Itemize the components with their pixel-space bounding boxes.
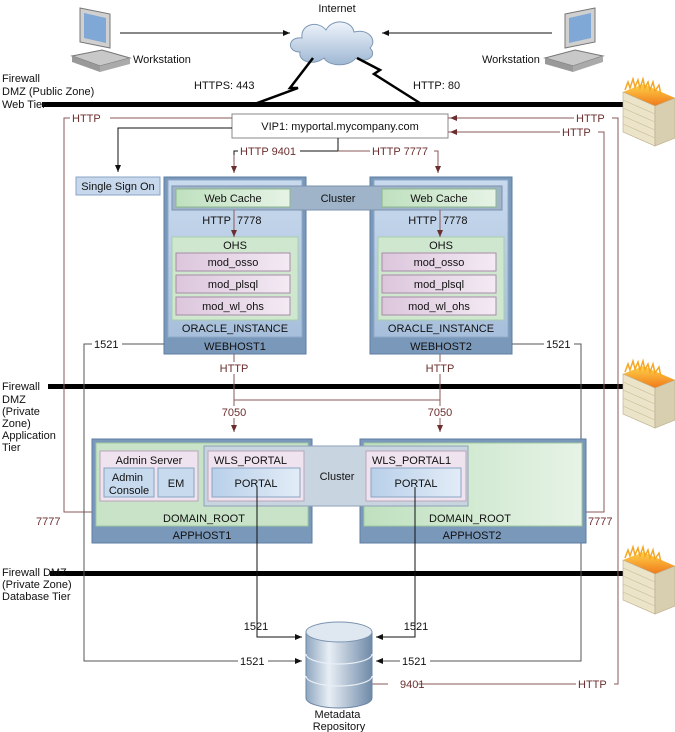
sso-label: Single Sign On: [81, 181, 154, 193]
apphost-name: APPHOST2: [443, 530, 502, 542]
zone-label-app: Firewall DMZ (Private Zone) Application …: [2, 381, 59, 454]
apphost-name: APPHOST1: [173, 530, 232, 542]
port7778-label: 7778: [237, 215, 261, 227]
port-1521: 1521: [402, 656, 426, 668]
module-label: mod_wl_ohs: [408, 301, 470, 313]
port-9401: 9401: [400, 679, 424, 691]
architecture-diagram: Firewall DMZ (Public Zone) Web Tier Fire…: [2, 3, 675, 732]
domain-root-label: DOMAIN_ROOT: [429, 513, 511, 525]
http-label: HTTP: [576, 113, 605, 125]
ohs-label: OHS: [223, 240, 247, 252]
instance-label: ORACLE_INSTANCE: [388, 323, 494, 335]
http7778-label: HTTP: [408, 215, 437, 227]
port-7050: 7050: [222, 407, 246, 419]
workstation-label: Workstation: [133, 54, 191, 66]
module-label: mod_plsql: [208, 279, 258, 291]
internet-label: Internet: [318, 3, 355, 15]
port-7777-right: 7777: [588, 516, 612, 528]
repository-label: Metadata Repository: [313, 709, 366, 732]
webhost-name: WEBHOST2: [410, 341, 472, 353]
module-label: mod_osso: [414, 257, 465, 269]
http7777-label: HTTP 7777: [372, 146, 428, 158]
port-7050: 7050: [428, 407, 452, 419]
http9401-label: HTTP 9401: [240, 146, 296, 158]
port-1521: 1521: [244, 621, 268, 633]
instance-label: ORACLE_INSTANCE: [182, 323, 288, 335]
firewall-line-web: [42, 102, 624, 107]
port-1521: 1521: [546, 339, 570, 351]
webcache-label: Web Cache: [410, 193, 467, 205]
domain-root-label: DOMAIN_ROOT: [163, 513, 245, 525]
port-7777-left: 7777: [36, 516, 60, 528]
webhost-name: WEBHOST1: [204, 341, 266, 353]
cloud-icon: [290, 21, 374, 66]
vip-label: VIP1: myportal.mycompany.com: [261, 121, 419, 133]
workstation-icon: [70, 7, 132, 72]
module-label: mod_plsql: [414, 279, 464, 291]
admin-console-label: Admin Console: [109, 472, 149, 497]
http80-label: HTTP: 80: [413, 80, 460, 92]
http-label: HTTP: [578, 679, 607, 691]
cluster-label: Cluster: [321, 193, 356, 205]
https-link: [251, 57, 314, 107]
wls-portal1-label: WLS_PORTAL1: [372, 455, 451, 467]
database-icon: [305, 621, 373, 709]
ohs-label: OHS: [429, 240, 453, 252]
port-1521: 1521: [94, 339, 118, 351]
vip-to-sso-arrow: [115, 127, 232, 172]
http-label: HTTP: [72, 113, 101, 125]
firewall-line-db: [50, 571, 624, 576]
port-1521: 1521: [404, 621, 428, 633]
workstation-label: Workstation: [482, 54, 540, 66]
cluster-label: Cluster: [320, 471, 355, 483]
module-label: mod_wl_ohs: [202, 301, 264, 313]
firewall-icon: [622, 76, 675, 147]
portal-label: PORTAL: [235, 478, 278, 490]
port7778-label: 7778: [443, 215, 467, 227]
portal-label: PORTAL: [395, 478, 438, 490]
http7778-label: HTTP: [202, 215, 231, 227]
admin-server-label: Admin Server: [116, 455, 183, 467]
port-1521: 1521: [240, 656, 264, 668]
firewall-icon: [622, 358, 675, 429]
module-label: mod_osso: [208, 257, 259, 269]
em-label: EM: [168, 478, 185, 490]
http-label: HTTP: [562, 127, 591, 139]
http-label: HTTP: [220, 363, 249, 375]
https-label: HTTPS: 443: [194, 80, 255, 92]
firewall-icon: [622, 544, 675, 615]
http-label: HTTP: [426, 363, 455, 375]
wls-portal-label: WLS_PORTAL: [214, 455, 287, 467]
workstation-icon: [543, 7, 605, 72]
zone-label-db: Firewall DMZ (Private Zone) Database Tie…: [2, 567, 75, 603]
firewall-line-app: [48, 384, 624, 389]
webcache-label: Web Cache: [204, 193, 261, 205]
